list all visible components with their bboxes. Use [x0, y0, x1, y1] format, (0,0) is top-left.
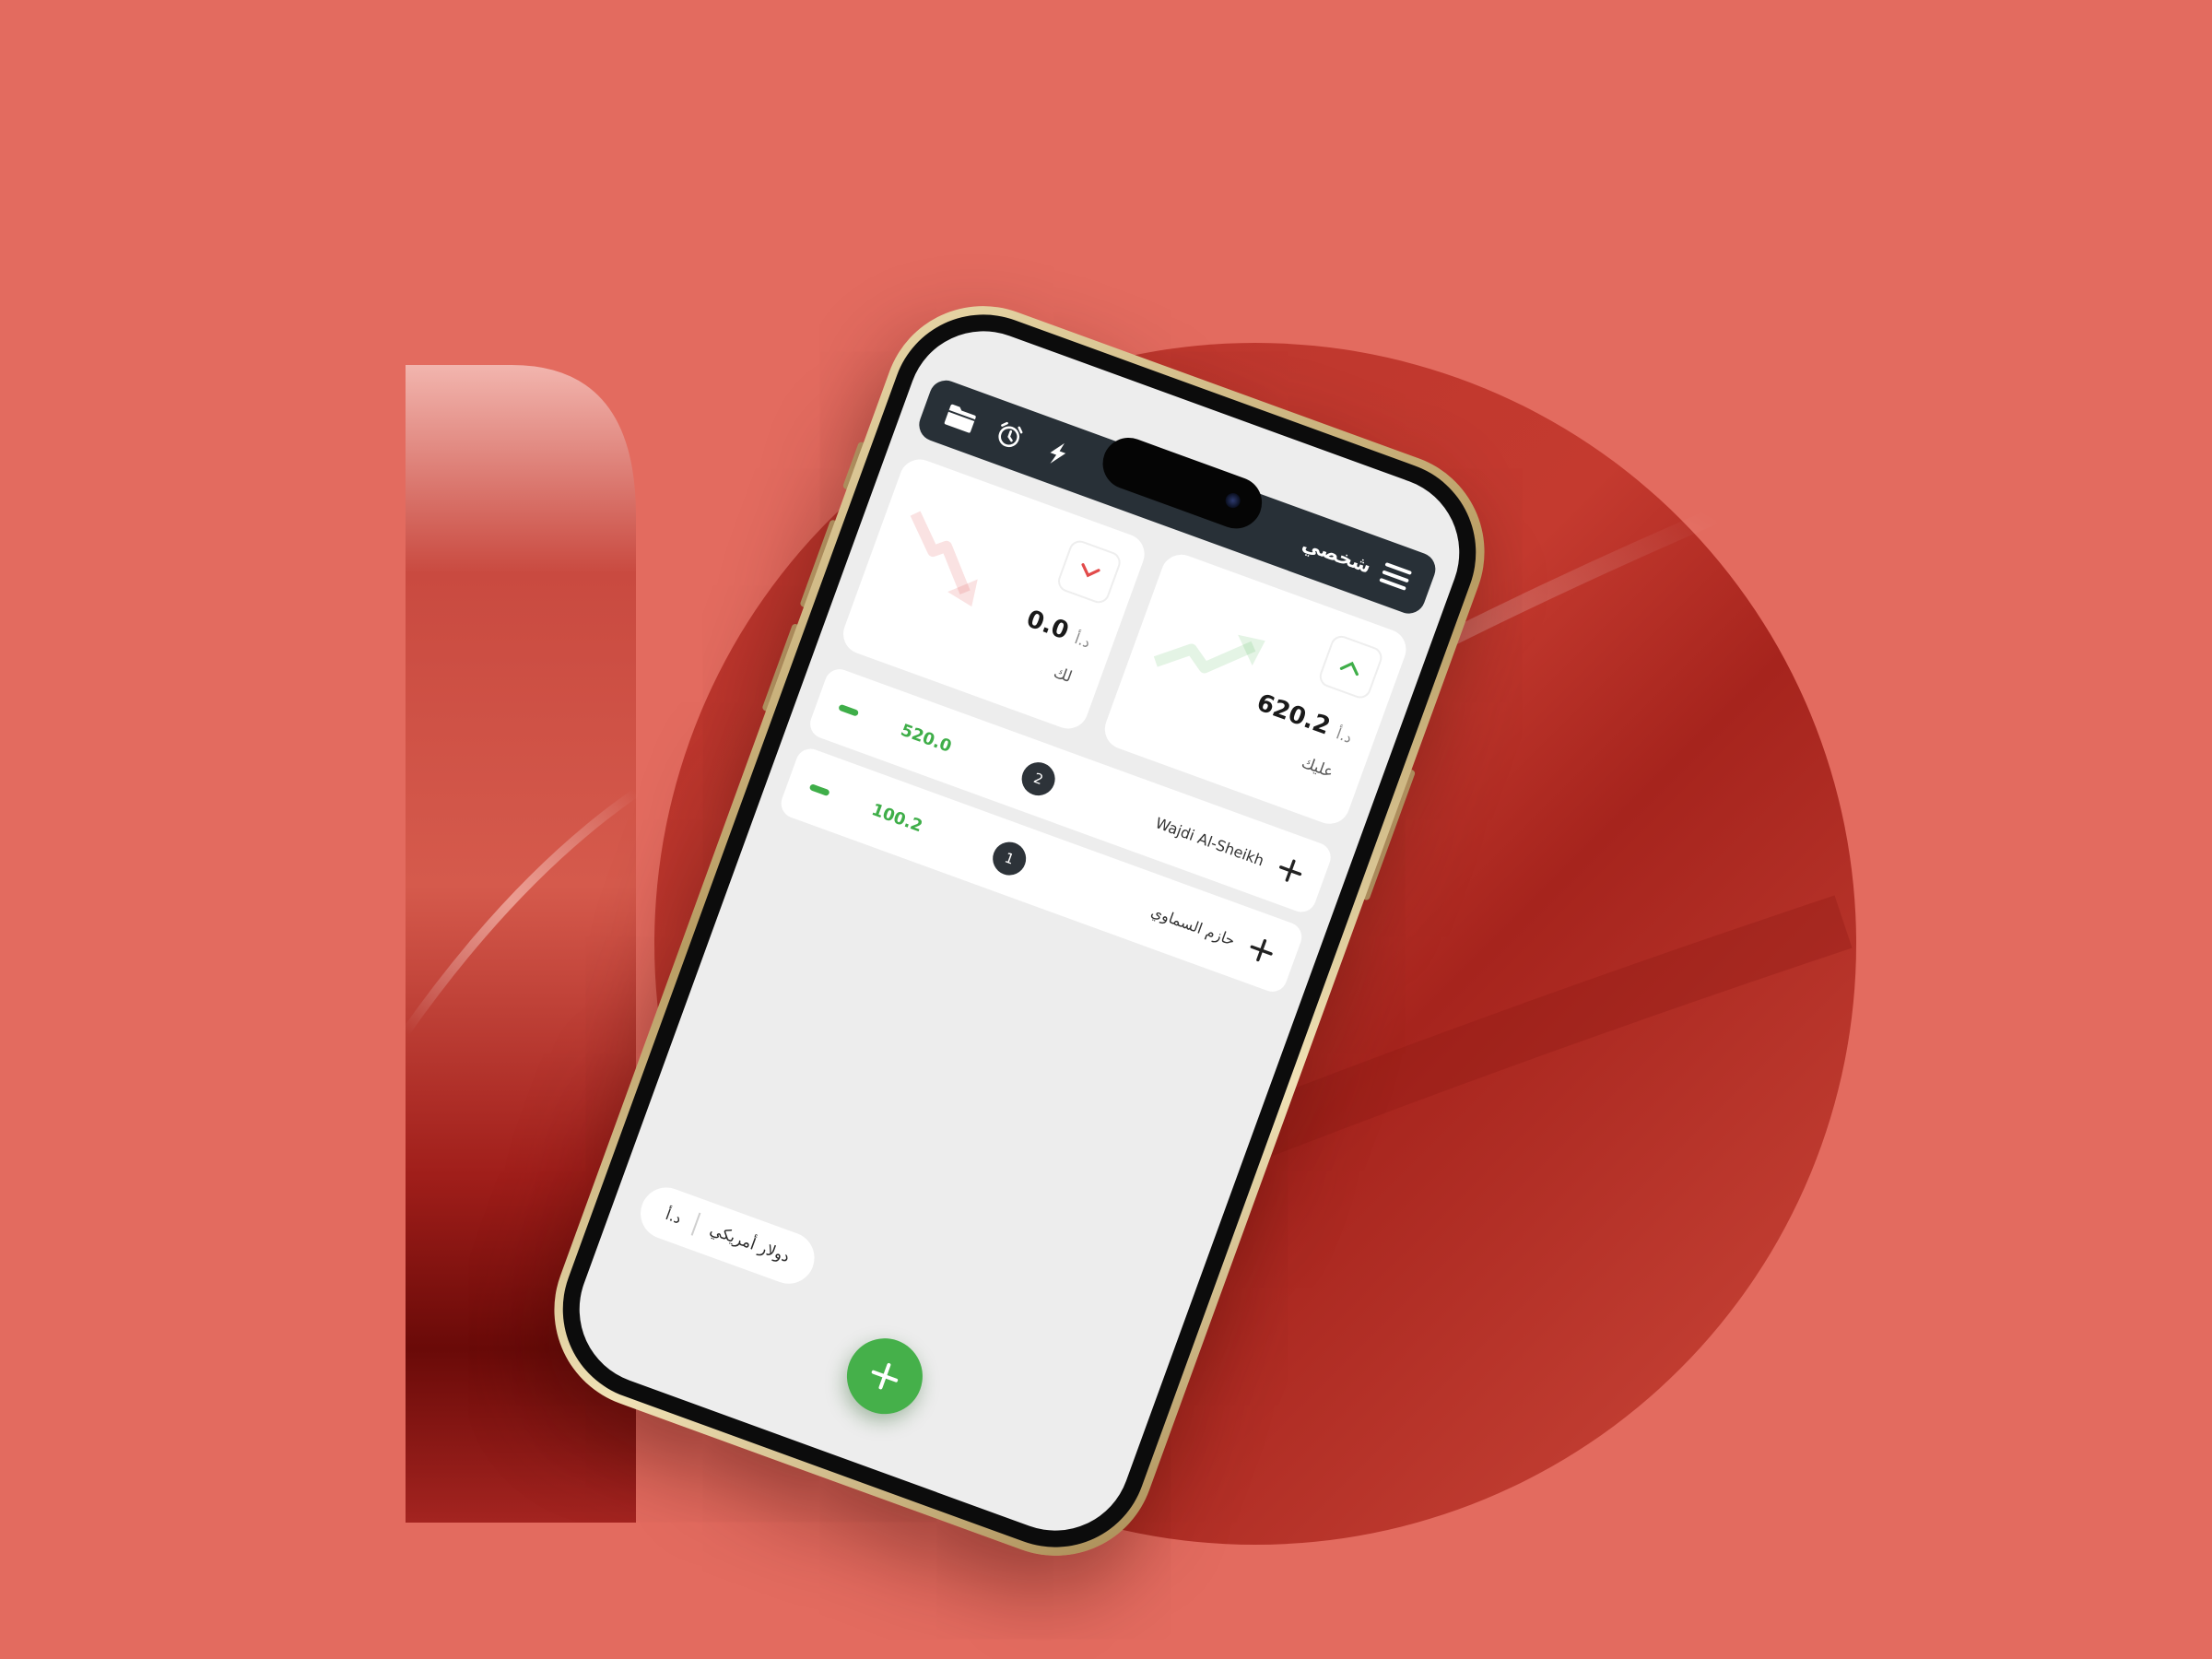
- contact-name: Wajdi Al-Sheikh: [1153, 813, 1267, 869]
- minus-icon[interactable]: [808, 782, 830, 796]
- owed-to-you-currency: د.أ: [1072, 629, 1093, 652]
- owed-to-you-label: لك: [1051, 663, 1075, 688]
- trend-up-icon: [1153, 634, 1265, 674]
- lightning-icon[interactable]: [1038, 433, 1078, 474]
- contact-name: حازم السماوي: [1148, 901, 1238, 949]
- minus-icon[interactable]: [838, 703, 860, 717]
- plus-icon: [871, 1362, 899, 1390]
- add-button[interactable]: [836, 1327, 934, 1425]
- trend-down-icon: [910, 511, 978, 607]
- you-owe-value: 620.2: [1253, 688, 1335, 741]
- currency-code: د.أ: [663, 1205, 684, 1228]
- alarm-clock-icon[interactable]: [989, 416, 1030, 456]
- chevron-down-icon: [1081, 563, 1100, 578]
- you-owe-currency: د.أ: [1334, 724, 1355, 747]
- front-camera: [1223, 490, 1242, 511]
- currency-name: دولار أمريكي: [707, 1220, 793, 1267]
- owed-to-you-value: 0.0: [1022, 605, 1073, 646]
- add-transaction-icon[interactable]: [1273, 853, 1308, 888]
- trend-down-badge: [1054, 537, 1124, 606]
- menu-icon[interactable]: [1379, 561, 1413, 591]
- contact-amount: 520.0: [898, 720, 955, 757]
- divider: [690, 1212, 701, 1236]
- add-transaction-icon[interactable]: [1243, 933, 1278, 968]
- transaction-count-badge: 1: [988, 837, 1031, 880]
- page-title: شخصي: [1299, 532, 1375, 578]
- currency-selector[interactable]: دولار أمريكي د.أ: [633, 1180, 822, 1291]
- chevron-up-icon: [1339, 661, 1359, 677]
- folder-icon[interactable]: [941, 398, 982, 439]
- you-owe-label: عليك: [1299, 753, 1336, 782]
- contact-amount: 100.2: [869, 799, 925, 836]
- transaction-count-badge: 2: [1017, 758, 1060, 801]
- trend-up-badge: [1316, 632, 1385, 701]
